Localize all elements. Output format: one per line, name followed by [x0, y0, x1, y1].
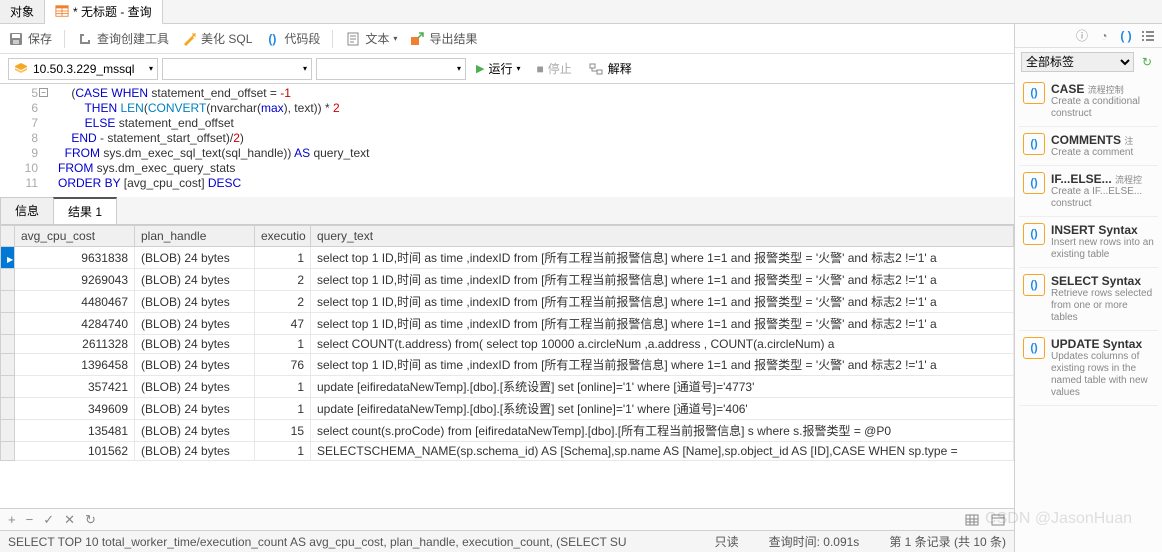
- beautify-sql-button[interactable]: 美化 SQL: [181, 30, 252, 47]
- delete-row-button[interactable]: −: [26, 512, 34, 527]
- clock-icon[interactable]: ◔: [1096, 28, 1112, 44]
- braces-icon: (): [264, 31, 280, 47]
- grid-nav-toolbar: + − ✓ ✕ ↻: [0, 508, 1014, 530]
- refresh-snippets-button[interactable]: ↻: [1138, 53, 1156, 71]
- query-builder-button[interactable]: 查询创建工具: [77, 30, 169, 47]
- connection-toolbar: 10.50.3.229_mssql ▾ ▾ ▾ ▶ 运行 ▾ ■ 停止 解释: [0, 54, 1014, 84]
- table-row[interactable]: 4284740(BLOB) 24 bytes47select top 1 ID,…: [1, 313, 1014, 335]
- play-icon: ▶: [476, 62, 484, 75]
- chevron-down-icon: ▾: [393, 34, 397, 43]
- snippet-item[interactable]: () COMMENTS 注Create a comment: [1019, 127, 1158, 166]
- col-plan-handle[interactable]: plan_handle: [135, 226, 255, 247]
- result-grid: avg_cpu_cost plan_handle executio query_…: [0, 225, 1014, 461]
- snippet-item[interactable]: () UPDATE Syntax Updates columns of exis…: [1019, 331, 1158, 406]
- table-row[interactable]: 9631838(BLOB) 24 bytes1select top 1 ID,时…: [1, 247, 1014, 269]
- server-icon: [13, 61, 29, 77]
- code-snippet-button[interactable]: () 代码段: [264, 30, 320, 47]
- chevron-down-icon: ▾: [516, 64, 520, 73]
- explain-button[interactable]: 解释: [582, 60, 638, 77]
- info-icon[interactable]: ⓘ: [1074, 28, 1090, 44]
- tab-info[interactable]: 信息: [0, 197, 54, 224]
- snippet-icon: (): [1023, 223, 1045, 245]
- sql-editor[interactable]: 5−67891011 (CASE WHEN statement_end_offs…: [0, 84, 1014, 193]
- status-mode: 只读: [715, 533, 739, 550]
- status-time: 查询时间: 0.091s: [769, 533, 860, 550]
- col-query-text[interactable]: query_text: [311, 226, 1014, 247]
- col-avg-cpu-cost[interactable]: avg_cpu_cost: [15, 226, 135, 247]
- tab-query[interactable]: * 无标题 - 查询: [45, 0, 163, 25]
- database-select[interactable]: ▾: [162, 58, 312, 80]
- editor-gutter: 5−67891011: [0, 86, 44, 191]
- snippet-item[interactable]: () CASE 流程控制Create a conditional constru…: [1019, 76, 1158, 127]
- snippet-icon: (): [1023, 337, 1045, 359]
- editor-code[interactable]: (CASE WHEN statement_end_offset = -1 THE…: [44, 86, 1014, 191]
- table-row[interactable]: 349609(BLOB) 24 bytes1update [eifiredata…: [1, 398, 1014, 420]
- add-row-button[interactable]: +: [8, 512, 16, 527]
- braces-icon[interactable]: ( ): [1118, 28, 1134, 44]
- table-row[interactable]: 4480467(BLOB) 24 bytes2select top 1 ID,时…: [1, 291, 1014, 313]
- result-grid-wrap[interactable]: avg_cpu_cost plan_handle executio query_…: [0, 225, 1014, 508]
- status-records: 第 1 条记录 (共 10 条): [889, 533, 1006, 550]
- refresh-button[interactable]: ↻: [85, 512, 96, 528]
- commit-button[interactable]: ✓: [43, 512, 54, 528]
- form-view-icon[interactable]: [990, 512, 1006, 528]
- main-toolbar: 保存 查询创建工具 美化 SQL () 代码段 文本 ▾: [0, 24, 1014, 54]
- wand-icon: [181, 31, 197, 47]
- grid-view-icon[interactable]: [964, 512, 980, 528]
- export-icon: [409, 31, 425, 47]
- snippet-icon: (): [1023, 274, 1045, 296]
- stop-button[interactable]: ■ 停止: [531, 60, 578, 77]
- snippet-item[interactable]: () IF...ELSE... 流程控Create a IF...ELSE...…: [1019, 166, 1158, 217]
- history-select[interactable]: ▾: [316, 58, 466, 80]
- chevron-down-icon: ▾: [149, 64, 153, 73]
- snippet-icon: (): [1023, 133, 1045, 155]
- row-header-corner: [1, 226, 15, 247]
- text-button[interactable]: 文本 ▾: [345, 30, 397, 47]
- col-execution[interactable]: executio: [255, 226, 311, 247]
- snippet-icon: (): [1023, 172, 1045, 194]
- table-row[interactable]: 357421(BLOB) 24 bytes1update [eifiredata…: [1, 376, 1014, 398]
- status-sql: SELECT TOP 10 total_worker_time/executio…: [8, 535, 685, 549]
- snippet-icon: (): [1023, 82, 1045, 104]
- tag-select[interactable]: 全部标签: [1021, 52, 1134, 72]
- document-icon: [345, 31, 361, 47]
- cancel-button[interactable]: ✕: [64, 512, 75, 528]
- save-button[interactable]: 保存: [8, 30, 52, 47]
- result-tabbar: 信息 结果 1: [0, 197, 1014, 225]
- tab-objects[interactable]: 对象: [0, 0, 45, 23]
- table-row[interactable]: 101562(BLOB) 24 bytes1SELECTSCHEMA_NAME(…: [1, 442, 1014, 461]
- save-icon: [8, 31, 24, 47]
- stop-icon: ■: [537, 62, 544, 76]
- explain-icon: [588, 61, 604, 77]
- export-result-button[interactable]: 导出结果: [409, 30, 477, 47]
- table-row[interactable]: 2611328(BLOB) 24 bytes1select COUNT(t.ad…: [1, 335, 1014, 354]
- snippet-item[interactable]: () SELECT Syntax Retrieve rows selected …: [1019, 268, 1158, 331]
- table-icon: [55, 4, 69, 18]
- table-row[interactable]: 135481(BLOB) 24 bytes15select count(s.pr…: [1, 420, 1014, 442]
- table-row[interactable]: 1396458(BLOB) 24 bytes76select top 1 ID,…: [1, 354, 1014, 376]
- status-bar: SELECT TOP 10 total_worker_time/executio…: [0, 530, 1014, 552]
- editor-tabbar: 对象 * 无标题 - 查询: [0, 0, 1162, 24]
- run-button[interactable]: ▶ 运行 ▾: [470, 60, 527, 77]
- list-icon[interactable]: [1140, 28, 1156, 44]
- tab-result1[interactable]: 结果 1: [53, 197, 117, 224]
- table-row[interactable]: 9269043(BLOB) 24 bytes2select top 1 ID,时…: [1, 269, 1014, 291]
- wrench-icon: [77, 31, 93, 47]
- connection-select[interactable]: 10.50.3.229_mssql ▾: [8, 58, 158, 80]
- snippet-panel: ⓘ ◔ ( ) 全部标签 ↻ () CASE 流程控制Create a cond…: [1014, 24, 1162, 552]
- snippet-item[interactable]: () INSERT Syntax Insert new rows into an…: [1019, 217, 1158, 268]
- tab-query-label: * 无标题 - 查询: [73, 3, 152, 20]
